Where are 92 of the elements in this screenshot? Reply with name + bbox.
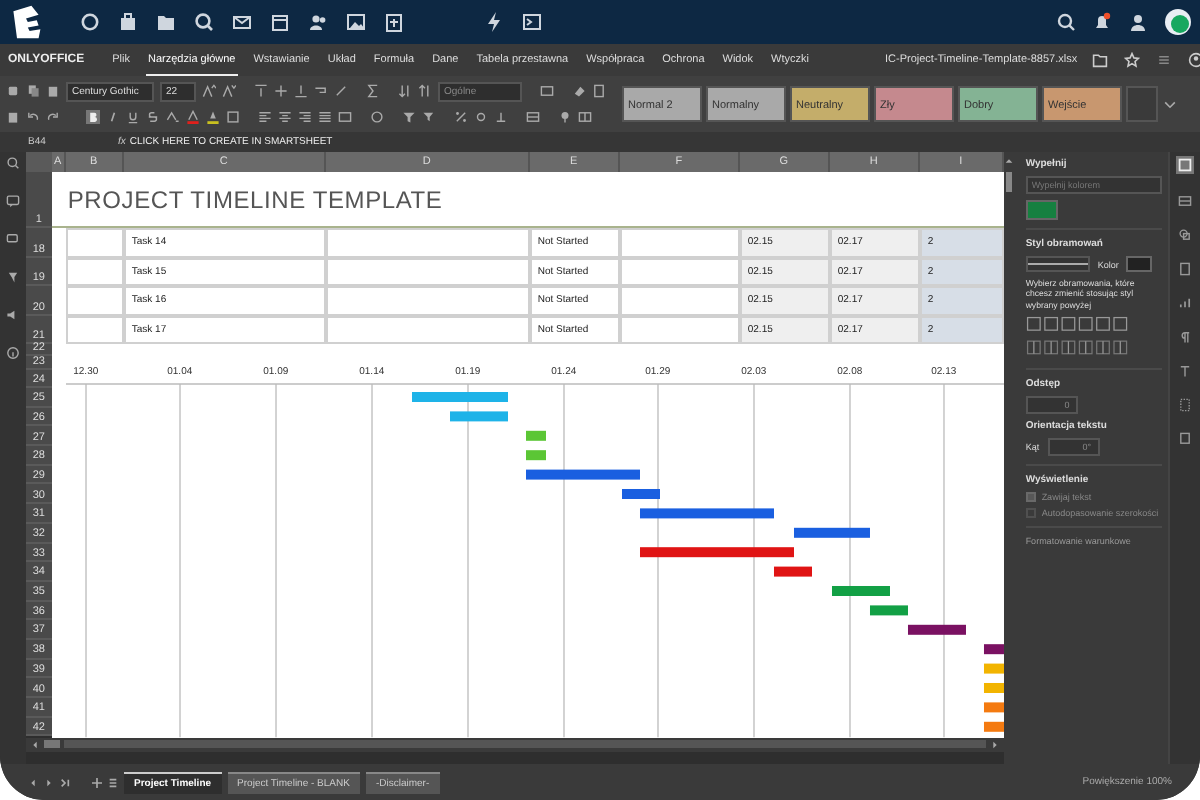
align-center-icon[interactable]	[278, 110, 292, 124]
sort-ascending-icon[interactable]	[398, 84, 412, 98]
align-middle-icon[interactable]	[274, 84, 288, 98]
filter-icon[interactable]	[402, 110, 416, 124]
cell-style-preset[interactable]	[1126, 86, 1158, 122]
table-cell	[619, 257, 740, 286]
gantt-bar	[983, 721, 1004, 732]
terminal-icon[interactable]	[522, 12, 542, 32]
logo-icon[interactable]	[8, 4, 44, 40]
gantt-bar	[411, 392, 508, 402]
align-right-icon[interactable]	[298, 110, 312, 124]
gantt-bar	[773, 566, 812, 577]
border-style-dropdown[interactable]	[1025, 256, 1090, 272]
lightning-icon[interactable]	[484, 12, 504, 32]
gantt-bar	[449, 411, 508, 422]
eraser-icon[interactable]	[572, 84, 586, 98]
bag-icon[interactable]	[118, 12, 138, 32]
star-icon[interactable]	[1123, 52, 1140, 68]
paragraph-icon[interactable]	[1178, 330, 1193, 344]
speaker-icon[interactable]	[5, 308, 20, 322]
align-bottom-icon[interactable]	[294, 84, 308, 98]
folder-icon[interactable]	[1091, 52, 1108, 68]
border-color-picker[interactable]	[1126, 256, 1153, 272]
chat-icon[interactable]	[5, 232, 20, 246]
calendar-icon[interactable]	[384, 12, 404, 32]
gantt-bar	[869, 605, 908, 616]
table-cell	[65, 286, 124, 315]
last-sheet-icon[interactable]	[60, 777, 70, 787]
borders-icon[interactable]	[226, 110, 240, 124]
filter-clear-icon[interactable]	[422, 110, 436, 124]
search-icon[interactable]	[1056, 12, 1076, 32]
sum-icon[interactable]	[366, 84, 380, 98]
gantt-bar	[525, 430, 546, 441]
gantt-bar	[983, 644, 1004, 655]
gantt-bar	[831, 586, 890, 596]
folder-icon[interactable]	[156, 12, 176, 32]
list-icon[interactable]	[1155, 52, 1172, 68]
gantt-bar	[907, 624, 966, 635]
sheet-list-icon[interactable]	[108, 777, 118, 787]
gantt-bar	[525, 450, 546, 461]
subscript-icon[interactable]	[166, 110, 180, 124]
scroll-up-icon[interactable]	[1004, 156, 1015, 166]
avatar-icon[interactable]	[1164, 8, 1192, 36]
gantt-bar	[639, 508, 774, 519]
scroll-right-icon[interactable]	[989, 739, 1000, 750]
highlight-icon[interactable]	[206, 110, 220, 124]
italic-icon[interactable]	[106, 110, 120, 124]
mail-icon[interactable]	[232, 12, 252, 32]
strikethrough-icon[interactable]	[146, 110, 160, 124]
percent-icon[interactable]	[454, 110, 468, 124]
font-color-icon[interactable]	[186, 110, 200, 124]
gantt-bar	[621, 489, 660, 499]
justify-icon[interactable]	[318, 110, 332, 124]
gantt-bar	[983, 683, 1004, 693]
gantt-bar	[525, 469, 640, 480]
scrollbar-thumb[interactable]	[43, 740, 60, 749]
next-sheet-icon[interactable]	[44, 777, 54, 787]
shapes-icon[interactable]	[1178, 228, 1193, 242]
wrap-icon[interactable]	[314, 84, 328, 98]
copy-icon[interactable]	[26, 84, 40, 98]
search-icon[interactable]	[194, 12, 214, 32]
scrollbar-thumb[interactable]	[1006, 172, 1013, 192]
add-sheet-icon[interactable]	[92, 777, 102, 787]
gantt-bar	[983, 663, 1004, 674]
table-cell	[65, 257, 124, 286]
chart-icon[interactable]	[1178, 296, 1193, 310]
sort-descending-icon[interactable]	[418, 84, 432, 98]
table-cell	[619, 286, 740, 315]
underline-icon[interactable]	[126, 110, 140, 124]
scroll-left-icon[interactable]	[29, 739, 40, 750]
sheet-title: PROJECT TIMELINE TEMPLATE	[67, 185, 443, 213]
search-icon[interactable]	[5, 156, 20, 170]
calendar-icon[interactable]	[270, 12, 290, 32]
text-art-icon[interactable]	[1178, 364, 1193, 378]
bold-icon[interactable]	[86, 110, 100, 124]
orientation-icon[interactable]	[334, 84, 348, 98]
align-top-icon[interactable]	[254, 84, 268, 98]
redo-icon[interactable]	[46, 110, 60, 124]
gantt-bar	[983, 702, 1004, 713]
gantt-bar	[793, 527, 870, 538]
caret-icon[interactable]	[1162, 96, 1178, 112]
bell-icon[interactable]	[1092, 12, 1112, 32]
info-icon[interactable]	[5, 346, 20, 360]
align-left-icon[interactable]	[258, 110, 272, 124]
fill-color-picker[interactable]	[1025, 200, 1058, 220]
increase-font-icon[interactable]	[202, 84, 216, 98]
decrease-font-icon[interactable]	[222, 84, 236, 98]
first-sheet-icon[interactable]	[28, 777, 38, 787]
people-icon[interactable]	[308, 12, 328, 32]
circle-icon[interactable]	[80, 12, 100, 32]
comment-icon[interactable]	[5, 194, 20, 208]
undo-icon[interactable]	[26, 110, 40, 124]
